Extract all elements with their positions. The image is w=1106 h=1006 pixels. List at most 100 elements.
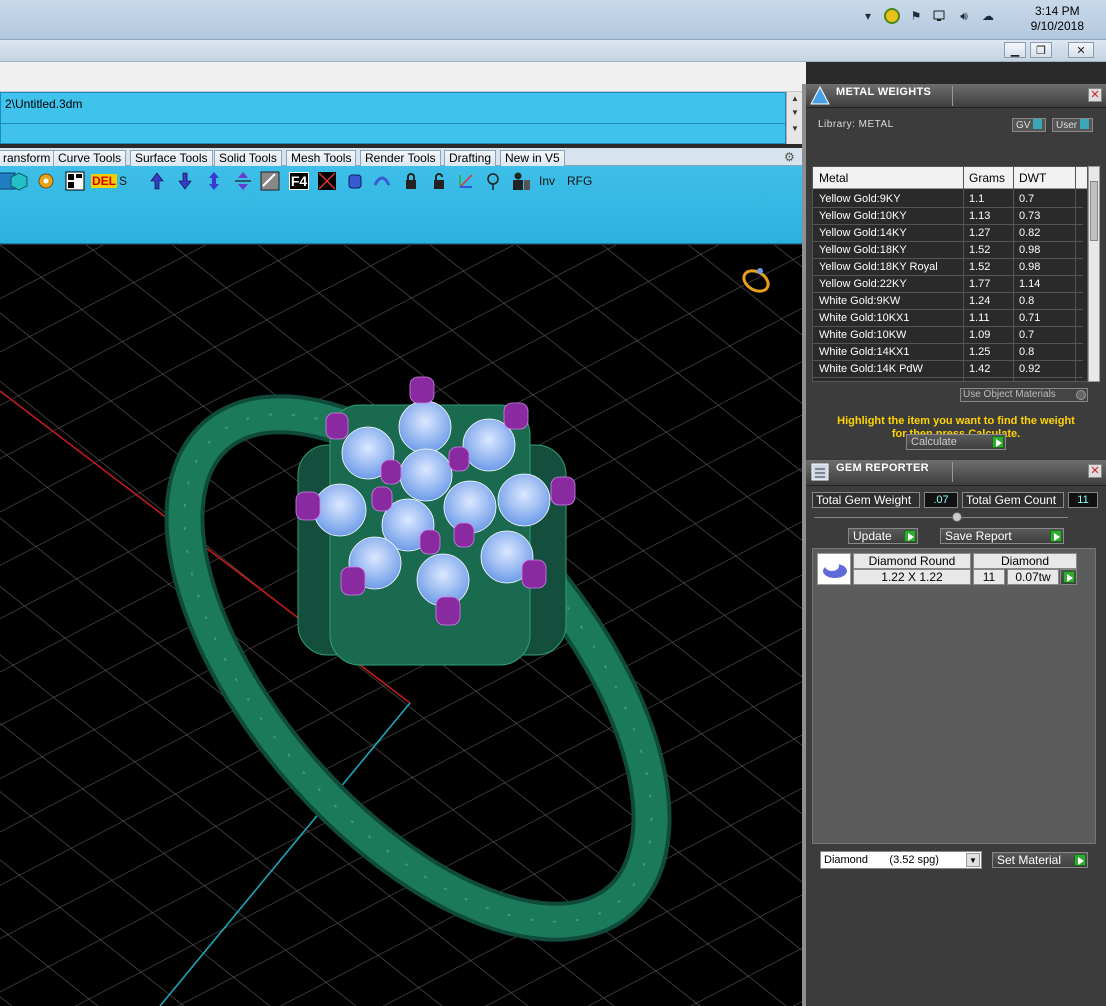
wrap-icon[interactable] [371, 170, 393, 192]
column-divider [963, 167, 964, 381]
play-icon [1050, 530, 1062, 542]
metal-table-row[interactable]: Yellow Gold:18KY 1.52 0.98 [813, 242, 1083, 259]
gem-reporter-title: GEM REPORTER [836, 462, 929, 474]
metal-table-row[interactable]: Yellow Gold:18KY Royal 1.52 0.98 [813, 259, 1083, 276]
col-grams[interactable]: Grams [969, 171, 1005, 185]
cross-icon[interactable] [316, 170, 338, 192]
axis-icon[interactable] [455, 170, 477, 192]
col-dwt[interactable]: DWT [1019, 171, 1046, 185]
gem-detail-button[interactable] [1060, 569, 1077, 585]
metal-table-scrollbar[interactable] [1088, 166, 1100, 382]
scrollbar-thumb[interactable] [1090, 181, 1098, 241]
restore-icon[interactable]: ❐ [1030, 42, 1052, 58]
tab-surface-tools[interactable]: Surface Tools [130, 150, 213, 166]
dwt-cell: 0.8 [1019, 295, 1035, 307]
metal-table-row[interactable]: Yellow Gold:22KY 1.77 1.14 [813, 276, 1083, 293]
metal-table-row[interactable]: Yellow Gold:14KY 1.27 0.82 [813, 225, 1083, 242]
close-icon[interactable]: ✕ [1068, 42, 1094, 58]
command-history[interactable]: 2\Untitled.3dm [0, 92, 787, 144]
tab-render-tools[interactable]: Render Tools [360, 150, 441, 166]
gem-list-item[interactable]: Diamond Round 1.22 X 1.22 Diamond 11 0.0… [817, 553, 1077, 587]
metal-table-row[interactable]: White Gold:14KX1 1.25 0.8 [813, 344, 1083, 361]
tab-transform[interactable]: ransform [0, 150, 56, 166]
metal-table-row[interactable]: White Gold:10KW 1.09 0.7 [813, 327, 1083, 344]
move-updown-icon[interactable] [203, 170, 225, 192]
metal-table-row[interactable]: White Gold:10KX1 1.11 0.71 [813, 310, 1083, 327]
metal-table-row[interactable]: White Gold:14K PdW 1.42 0.92 [813, 361, 1083, 378]
gv-label: GV [1016, 120, 1031, 131]
perspective-viewport[interactable] [0, 245, 802, 1006]
tab-curve-tools[interactable]: Curve Tools [53, 150, 127, 166]
cloud-upload-icon[interactable]: ☁ [980, 8, 996, 24]
move-up-icon[interactable] [146, 170, 168, 192]
tab-mesh-tools[interactable]: Mesh Tools [286, 150, 357, 166]
play-icon [1074, 854, 1086, 866]
move-down-icon[interactable] [174, 170, 196, 192]
save-report-button[interactable]: Save Report [940, 528, 1064, 544]
user-icon[interactable] [510, 170, 532, 192]
gear-icon[interactable]: ⚙ [784, 150, 795, 164]
lock-icon[interactable] [400, 170, 422, 192]
unlock-icon[interactable] [428, 170, 450, 192]
set-material-button[interactable]: Set Material [992, 852, 1088, 868]
close-icon[interactable]: ✕ [1088, 464, 1102, 478]
cylinder-icon[interactable] [344, 170, 366, 192]
user-toggle[interactable]: User [1052, 118, 1094, 132]
chevron-down-icon[interactable]: ▼ [966, 853, 980, 867]
surface-icon[interactable] [259, 170, 281, 192]
gem-slider[interactable] [814, 512, 1068, 522]
play-icon [904, 530, 916, 542]
col-metal[interactable]: Metal [819, 171, 848, 185]
metal-table-row[interactable]: White Gold:9KW 1.24 0.8 [813, 293, 1083, 310]
volume-icon[interactable]: 🔊︎ [956, 8, 972, 24]
s-label[interactable]: S [119, 174, 127, 188]
tab-solid-tools[interactable]: Solid Tools [214, 150, 282, 166]
command-divider [1, 123, 787, 124]
scroll-down-icon[interactable]: ▼ [791, 124, 799, 133]
clock[interactable]: 3:14 PM 9/10/2018 [1031, 4, 1084, 34]
metal-table-row[interactable]: Yellow Gold:9KY 1.1 0.7 [813, 191, 1083, 208]
shield-icon[interactable] [884, 8, 900, 24]
grams-cell: 1.09 [969, 329, 991, 341]
f4-icon[interactable]: F4 [288, 170, 310, 192]
scroll-up-icon[interactable]: ▲ [791, 94, 799, 103]
cube-icon[interactable] [8, 170, 30, 192]
slider-knob[interactable] [952, 512, 962, 522]
gears-icon[interactable] [35, 170, 57, 192]
system-tray: ▾ ⚑ 🔊︎ ☁ [860, 8, 996, 24]
grams-cell: 1.25 [969, 346, 991, 358]
layout-icon[interactable] [64, 170, 86, 192]
scroll-down-icon[interactable]: ▼ [791, 108, 799, 117]
flag-icon[interactable]: ⚑ [908, 8, 924, 24]
calculate-button[interactable]: Calculate [906, 434, 1006, 450]
viewport-scene[interactable] [0, 245, 802, 1006]
metal-name-cell: Yellow Gold:18KY Royal [819, 261, 938, 273]
gem-setting-icon[interactable] [482, 170, 504, 192]
network-icon[interactable] [932, 8, 948, 24]
metal-table[interactable]: Metal Grams DWT Yellow Gold:9KY 1.1 0.7 Yel… [812, 166, 1088, 382]
menu-strip [0, 62, 806, 92]
gem-list[interactable]: Diamond Round 1.22 X 1.22 Diamond 11 0.0… [812, 548, 1096, 844]
gv-toggle[interactable]: GV [1012, 118, 1047, 132]
toggle-nub [1080, 119, 1090, 129]
move-split-icon[interactable] [232, 170, 254, 192]
minimize-icon[interactable]: ▁ [1004, 42, 1026, 58]
material-select-value: Diamond (3.52 spg) [824, 854, 939, 866]
update-button[interactable]: Update [848, 528, 918, 544]
command-scrollbar[interactable]: ▲ ▼ ▼ [786, 92, 802, 144]
metal-table-header: Metal Grams DWT [813, 167, 1087, 189]
tab-drafting[interactable]: Drafting [444, 150, 497, 166]
dwt-cell: 0.82 [1019, 227, 1041, 239]
material-select[interactable]: Diamond (3.52 spg) ▼ [820, 851, 982, 869]
use-object-materials-label: Use Object Materials [963, 389, 1056, 400]
metal-table-row[interactable]: Yellow Gold:10KY 1.13 0.73 [813, 208, 1083, 225]
inv-label[interactable]: Inv [539, 174, 555, 188]
chevron-up-icon[interactable]: ▾ [860, 8, 876, 24]
delete-icon[interactable]: DEL [91, 170, 117, 192]
tab-new-in-v5[interactable]: New in V5 [500, 150, 565, 166]
use-object-materials-toggle[interactable]: Use Object Materials [960, 388, 1088, 402]
rfg-label[interactable]: RFG [567, 174, 592, 188]
grams-cell: 1.52 [969, 261, 991, 273]
close-icon[interactable]: ✕ [1088, 88, 1102, 102]
grams-cell: 1.1 [969, 193, 985, 205]
